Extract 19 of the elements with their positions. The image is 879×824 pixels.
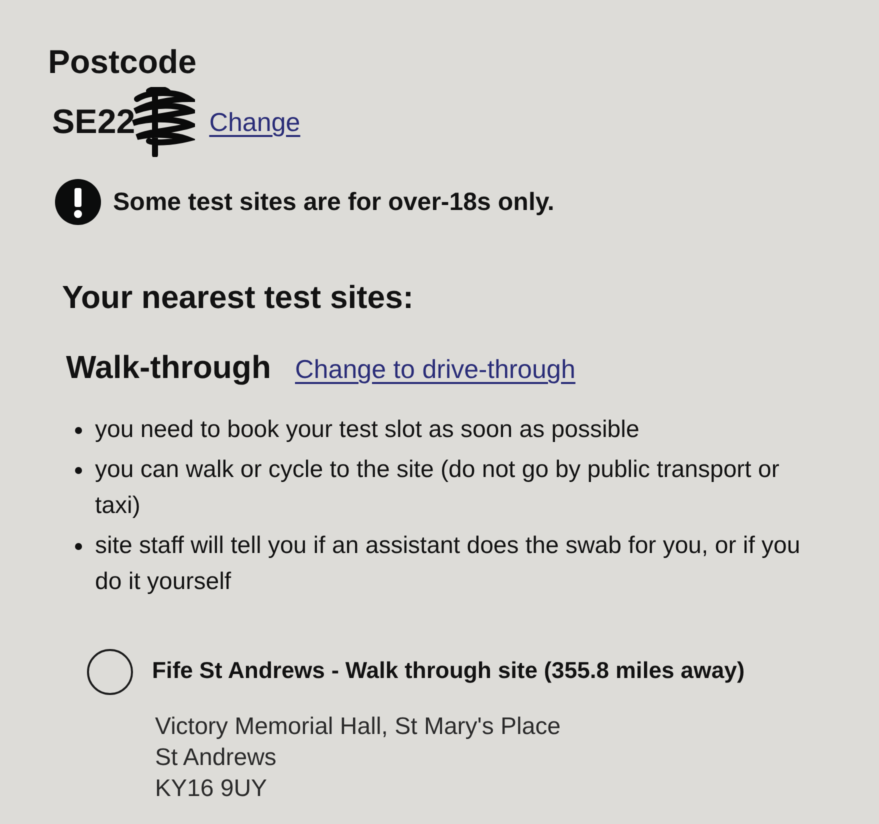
- site-address-line: Victory Memorial Hall, St Mary's Place: [155, 712, 561, 742]
- note-text: you need to book your test slot as soon as possible: [95, 415, 640, 445]
- bullet-icon: [75, 467, 82, 474]
- site-radio-button[interactable]: [87, 649, 133, 695]
- change-postcode-link[interactable]: Change: [209, 105, 300, 139]
- warning-icon: [55, 179, 101, 225]
- warning-text: Some test sites are for over-18s only.: [113, 187, 554, 218]
- bullet-icon: [75, 543, 82, 550]
- postcode-heading: Postcode: [48, 42, 197, 82]
- site-address-line: KY16 9UY: [155, 774, 268, 804]
- walk-through-heading: Walk-through: [66, 348, 271, 387]
- bullet-icon: [75, 427, 82, 434]
- postcode-value: SE22: [52, 102, 136, 142]
- note-text: site staff will tell you if an assistant does the swab for you, or if you do it yourself: [95, 531, 802, 597]
- site-address-line: St Andrews: [155, 743, 276, 773]
- note-text: you can walk or cycle to the site (do not go by public transport or taxi): [95, 455, 780, 521]
- nearest-sites-heading: Your nearest test sites:: [62, 278, 414, 317]
- site-name: Fife St Andrews - Walk through site (355.8 miles away): [152, 656, 745, 685]
- change-to-drive-through-link[interactable]: Change to drive-through: [295, 352, 576, 386]
